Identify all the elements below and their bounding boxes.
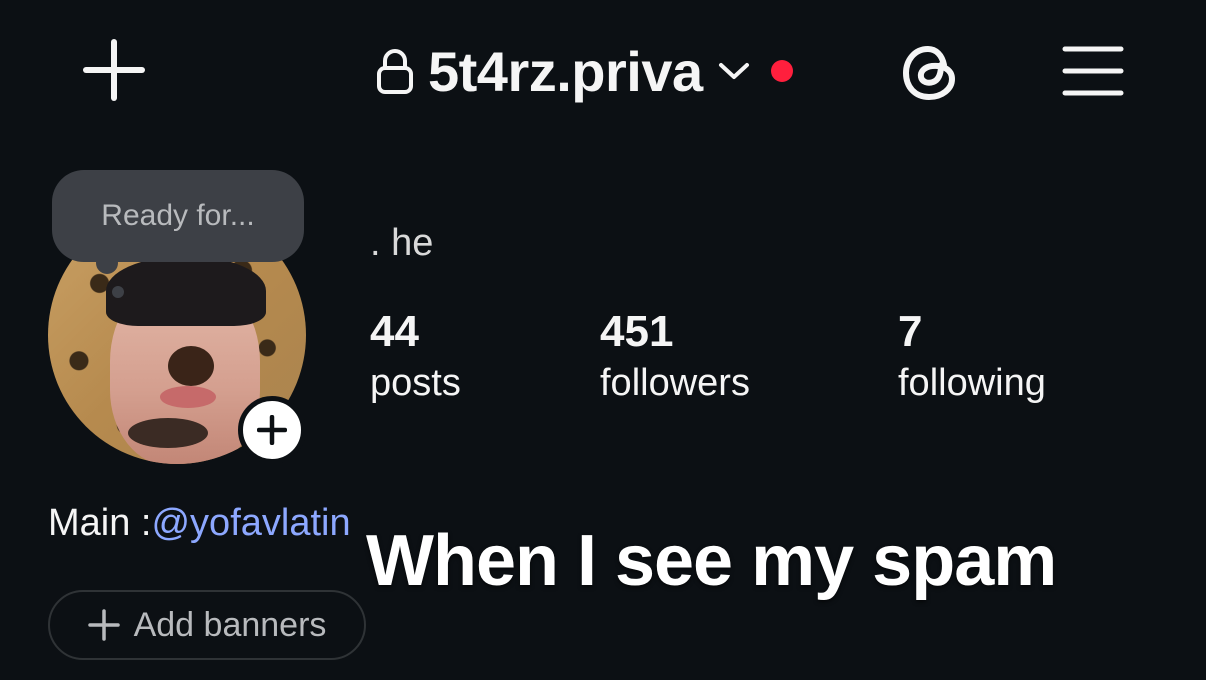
followers-count: 451 [600, 307, 674, 356]
avatar-filter-nose [168, 346, 214, 386]
plus-icon [257, 415, 287, 445]
stat-following[interactable]: 7 following [898, 307, 1046, 404]
new-post-button[interactable] [80, 36, 148, 104]
chevron-down-icon [718, 63, 749, 79]
plus-icon [87, 609, 120, 641]
account-switcher[interactable]: 5t4rz.priva [376, 36, 793, 106]
stat-followers[interactable]: 451 followers [600, 307, 750, 404]
following-label: following [898, 362, 1046, 404]
lock-icon [377, 49, 413, 94]
note-text: Ready for... [101, 199, 255, 232]
bio-mention-link[interactable]: @yofavlatin [151, 502, 350, 544]
note-bubble-tail-small [112, 286, 124, 298]
bio-prefix: Main : [48, 502, 152, 544]
add-banners-label: Add banners [133, 605, 327, 644]
add-banners-button[interactable]: Add banners [48, 590, 366, 660]
avatar-cap [106, 256, 266, 326]
bio: Main :@yofavlatin [48, 502, 351, 545]
posts-label: posts [370, 362, 461, 404]
plus-icon [83, 39, 145, 101]
avatar-mouth [160, 386, 216, 408]
following-count: 7 [898, 307, 923, 356]
display-name: . he [370, 222, 434, 264]
avatar-beard [128, 418, 208, 448]
posts-count: 44 [370, 307, 419, 356]
menu-button[interactable] [1056, 38, 1130, 104]
overlay-caption: When I see my spam [366, 521, 1057, 601]
notification-dot [770, 60, 793, 82]
hamburger-menu-icon [1062, 46, 1124, 96]
threads-button[interactable] [893, 36, 967, 110]
note-bubble-tail [96, 252, 118, 274]
threads-icon [902, 45, 956, 101]
add-story-button[interactable] [238, 396, 306, 464]
username: 5t4rz.priva [428, 39, 703, 103]
note-bubble[interactable]: Ready for... [52, 170, 304, 262]
followers-label: followers [600, 362, 750, 404]
stat-posts[interactable]: 44 posts [370, 307, 461, 404]
